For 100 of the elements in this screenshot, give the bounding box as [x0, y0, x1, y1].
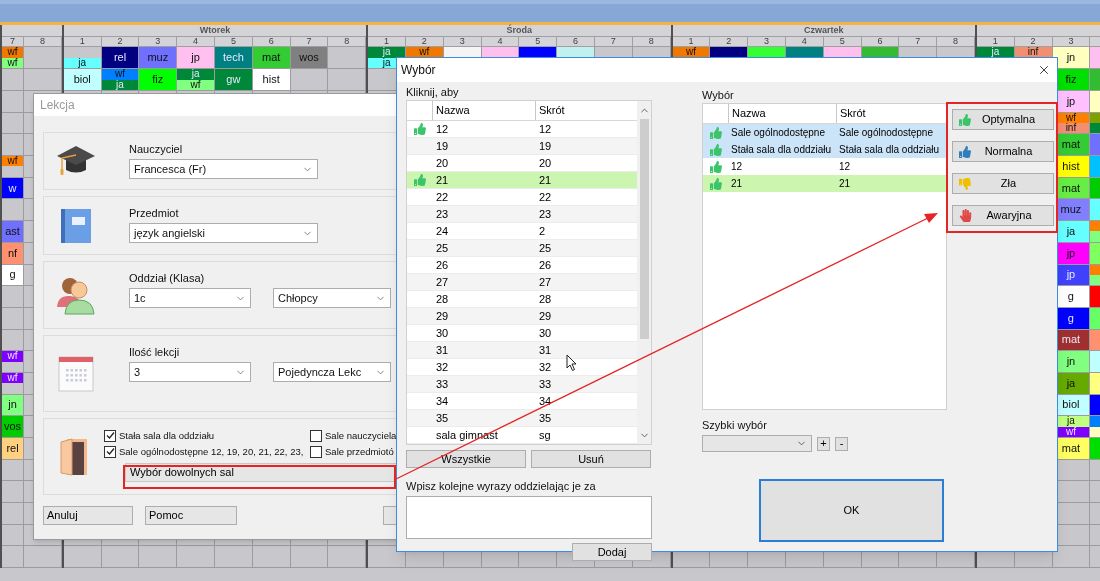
- list-row[interactable]: 35 35: [407, 410, 637, 427]
- add-button[interactable]: Dodaj: [572, 543, 652, 561]
- list-row[interactable]: 33 33: [407, 376, 637, 393]
- list-row[interactable]: 21 21: [407, 172, 637, 189]
- lesson-tile: ja: [976, 47, 1014, 58]
- thumbs-down-icon: [958, 177, 971, 190]
- room-code: 28: [538, 291, 552, 307]
- list-button[interactable]: Usuń: [531, 450, 651, 468]
- section-label: Szybki wybór: [702, 419, 768, 432]
- list-row[interactable]: Sale ogólnodostępne Sale ogólnodostępne: [703, 124, 946, 141]
- list-row[interactable]: 31 31: [407, 342, 637, 359]
- list-row[interactable]: 19 19: [407, 138, 637, 155]
- period-number: 4: [497, 37, 503, 46]
- period-number: 7: [915, 37, 921, 46]
- room-name: Sale ogólnodostępne: [730, 126, 826, 140]
- period-number: 8: [344, 37, 350, 46]
- cursor-icon: [566, 354, 577, 372]
- day-label: Wtorek: [199, 26, 231, 35]
- hand-icon: [958, 209, 972, 222]
- column-header[interactable]: Nazwa: [728, 104, 836, 123]
- period-number: 6: [877, 37, 883, 46]
- period-number: 7: [610, 37, 616, 46]
- period-number: 8: [648, 37, 654, 46]
- hint-text: Kliknij, aby: [406, 85, 460, 99]
- day-label: Środa: [506, 26, 533, 35]
- lesson-tile: gw: [215, 69, 252, 90]
- room-name: 21: [435, 172, 450, 188]
- field-label: Przedmiot: [129, 207, 180, 220]
- lesson-tile: nf: [2, 242, 23, 264]
- room-code: 26: [538, 257, 552, 273]
- period-number: 3: [1068, 37, 1074, 46]
- dropdown[interactable]: 1c: [129, 288, 251, 308]
- lesson-tile: wf: [177, 79, 214, 90]
- lesson-tile: ja: [177, 69, 214, 80]
- room-name: 32: [435, 359, 450, 375]
- list-button[interactable]: Wszystkie: [406, 450, 526, 468]
- list-row[interactable]: 29 29: [407, 308, 637, 325]
- column-header[interactable]: Nazwa: [432, 101, 535, 120]
- checkbox[interactable]: [310, 429, 323, 442]
- dropdown[interactable]: Chłopcy: [273, 288, 391, 308]
- rating-button[interactable]: Optymalna: [951, 109, 1054, 130]
- section-label: Wybór: [702, 88, 735, 102]
- dropdown[interactable]: 3: [129, 362, 251, 382]
- lesson-tile: wf: [2, 372, 23, 384]
- list-row[interactable]: 25 25: [407, 240, 637, 257]
- room-code: 21: [538, 172, 552, 188]
- field-label: Ilość lekcji: [129, 346, 181, 359]
- checkbox[interactable]: [104, 445, 116, 458]
- dropdown[interactable]: Francesca (Fr): [129, 159, 318, 179]
- lesson-tile: tech: [215, 47, 252, 68]
- period-number: 6: [268, 37, 274, 46]
- period-number: 1: [79, 37, 85, 46]
- lesson-tile: vos: [2, 416, 23, 437]
- room-code: 12: [838, 160, 851, 174]
- room-code: 29: [538, 308, 552, 324]
- list-row[interactable]: 27 27: [407, 274, 637, 291]
- dropdown[interactable]: język angielski: [129, 223, 318, 243]
- list-row[interactable]: 12 12: [407, 121, 637, 138]
- small-button[interactable]: -: [835, 436, 848, 451]
- lesson-tile: muz: [139, 47, 177, 68]
- room-code: 33: [538, 376, 552, 392]
- lesson-tile: wf: [405, 47, 443, 58]
- room-name: Stała sala dla oddziału: [730, 143, 833, 157]
- period-number: 5: [230, 37, 236, 46]
- checkbox-label: Stała sala dla oddziału: [119, 429, 215, 442]
- column-header[interactable]: Skrót: [836, 104, 946, 123]
- ok-button[interactable]: OK: [759, 479, 944, 542]
- small-button[interactable]: +: [817, 436, 830, 451]
- lesson-tile: mat: [252, 47, 290, 68]
- period-number: 1: [992, 37, 998, 46]
- calendar-icon: [58, 355, 94, 392]
- rating-button[interactable]: Awaryjna: [951, 205, 1054, 226]
- room-code: Stała sala dla oddziału: [838, 143, 940, 157]
- room-code: 12: [538, 121, 552, 137]
- list-row[interactable]: 21 21: [703, 175, 946, 192]
- list-row[interactable]: 23 23: [407, 206, 637, 223]
- window-title: Lekcja: [40, 97, 75, 114]
- room-code: 2: [538, 223, 546, 239]
- scrollbar[interactable]: [637, 101, 651, 444]
- lesson-tile: biol: [63, 69, 101, 90]
- door-icon: [59, 436, 89, 477]
- room-code: 31: [538, 342, 552, 358]
- room-name: 21: [730, 177, 744, 191]
- dialog-button[interactable]: Pomoc: [145, 506, 237, 525]
- room-code: 34: [538, 393, 552, 409]
- room-name: 19: [435, 138, 450, 154]
- checkbox[interactable]: [310, 445, 323, 458]
- room-name: 35: [435, 410, 450, 426]
- dropdown[interactable]: Pojedyncza Lekc: [273, 362, 391, 382]
- room-name: 33: [435, 376, 450, 392]
- room-code: 21: [838, 177, 851, 191]
- rating-button[interactable]: Zła: [951, 173, 1054, 194]
- lesson-tile: rel: [2, 438, 23, 459]
- dialog-button[interactable]: Anuluj: [43, 506, 133, 525]
- room-code: 32: [538, 359, 552, 375]
- rating-button[interactable]: Normalna: [951, 141, 1054, 162]
- text-input[interactable]: [406, 496, 652, 539]
- checkbox-label: Sale przedmiotó: [325, 445, 394, 458]
- list-row[interactable]: Stała sala dla oddziału Stała sala dla oddziału: [703, 141, 946, 158]
- checkbox[interactable]: [104, 429, 116, 442]
